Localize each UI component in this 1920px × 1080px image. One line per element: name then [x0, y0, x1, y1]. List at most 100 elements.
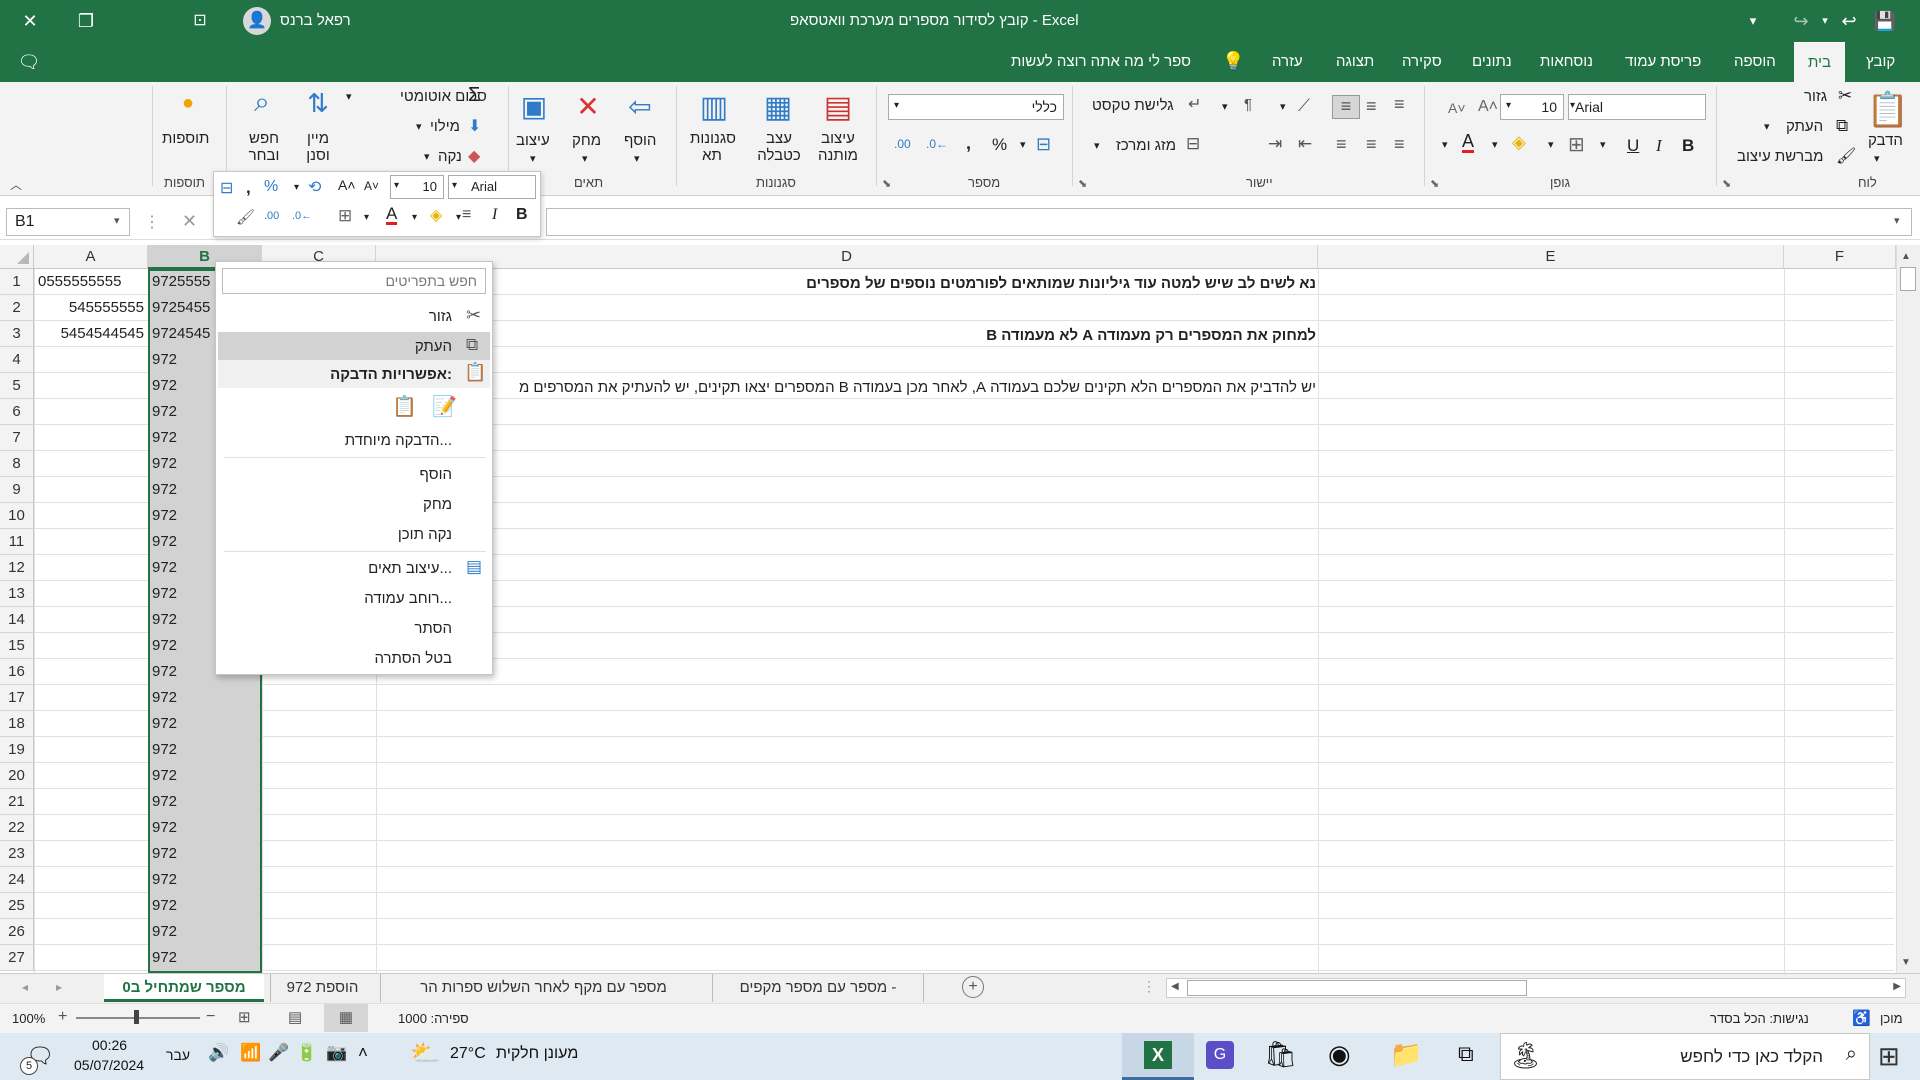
menu-item-copy[interactable]: העתק [415, 338, 452, 355]
underline-button[interactable]: U [1627, 136, 1639, 156]
tab-file[interactable]: קובץ [1866, 42, 1895, 82]
decrease-indent-icon[interactable]: ⇤ [1298, 134, 1312, 154]
increase-font-icon[interactable]: A˄ [1478, 98, 1498, 116]
row-header[interactable]: 6 [0, 399, 34, 425]
sheet-tab[interactable]: הוספת 972 [270, 974, 374, 1002]
row-header[interactable]: 12 [0, 555, 34, 581]
decrease-decimal-icon[interactable]: .0← [926, 137, 948, 151]
align-center-icon[interactable]: ≡ [1366, 134, 1377, 155]
text-direction-dropdown-icon[interactable]: ▾ [1222, 100, 1228, 113]
paste-button[interactable]: הדבק [1868, 132, 1903, 149]
cell-styles-button[interactable]: סגנונות תא [690, 130, 736, 164]
cell-d3[interactable]: למחוק את המספרים רק מעמודה A לא מעמודה B [380, 323, 1316, 349]
delete-dropdown-icon[interactable]: ▾ [582, 152, 588, 165]
cell-a[interactable]: 5454544545 [38, 321, 144, 347]
paste-option-keep-icon[interactable]: 📋 [392, 394, 417, 419]
menu-item-insert[interactable]: הוסף [420, 466, 452, 483]
cell-d5[interactable]: יש להדביק את המספרים הלא תקינים שלכם בעמ… [380, 375, 1316, 401]
cell-b[interactable]: 972 [152, 945, 258, 971]
ribbon-display-icon[interactable]: ⊡ [180, 0, 220, 42]
row-header[interactable]: 14 [0, 607, 34, 633]
comma-style-icon[interactable]: , [966, 133, 971, 154]
menu-item-cut[interactable]: גזור [429, 308, 452, 325]
format-painter-button[interactable]: מברשת עיצוב [1737, 148, 1823, 165]
menu-search-input[interactable]: חפש בתפריטים [222, 268, 486, 294]
tab-data[interactable]: נתונים [1472, 42, 1512, 82]
tab-help[interactable]: עזרה [1272, 42, 1303, 82]
font-color-dropdown-icon[interactable]: ▾ [412, 212, 417, 223]
add-sheet-icon[interactable]: + [962, 976, 984, 998]
zoom-out-icon[interactable]: − [206, 1008, 215, 1026]
chrome-icon[interactable]: ◉ [1328, 1039, 1351, 1070]
tab-splitter-icon[interactable]: ⋮ [1142, 978, 1156, 995]
format-painter-icon[interactable]: 🖌 [236, 208, 255, 226]
cell-b[interactable]: 972 [152, 711, 258, 737]
row-header[interactable]: 11 [0, 529, 34, 555]
fill-button[interactable]: מילוי [430, 118, 460, 135]
font-color-icon[interactable]: A [386, 205, 398, 225]
scroll-right-icon[interactable]: ▶ [1893, 981, 1901, 992]
sort-filter-button[interactable]: מיין וסנן [296, 130, 340, 164]
close-icon[interactable]: ✕ [10, 0, 50, 42]
row-header[interactable]: 15 [0, 633, 34, 659]
mini-font-dropdown-icon[interactable]: ▾ [452, 180, 457, 191]
borders-dropdown-icon[interactable]: ▾ [364, 212, 369, 223]
clock-date[interactable]: 05/07/2024 [74, 1057, 144, 1073]
underline-dropdown-icon[interactable]: ▾ [1600, 138, 1606, 151]
increase-decimal-icon[interactable]: .00 [264, 210, 279, 222]
mini-font-box[interactable]: Arial [448, 175, 536, 199]
format-icon[interactable]: ⟲ [308, 177, 321, 197]
number-format-box[interactable]: כללי [888, 94, 1064, 120]
insert-cells-button[interactable]: הוסף [624, 132, 656, 149]
formula-input[interactable] [546, 208, 1912, 236]
row-header[interactable]: 13 [0, 581, 34, 607]
row-header[interactable]: 4 [0, 347, 34, 373]
normal-view-icon[interactable]: ▦ [324, 1004, 368, 1032]
format-cells-button[interactable]: עיצוב [516, 132, 550, 149]
align-right-icon[interactable]: ≡ [1394, 134, 1405, 155]
merge-dropdown-icon[interactable]: ▾ [1094, 139, 1100, 152]
language-indicator[interactable]: עבר [166, 1047, 190, 1063]
select-all-button[interactable] [0, 245, 34, 269]
accounting-dropdown-icon[interactable]: ▾ [1020, 138, 1026, 151]
customize-qat-icon[interactable]: ▾ [1738, 0, 1768, 42]
row-header[interactable]: 19 [0, 737, 34, 763]
row-header[interactable]: 22 [0, 815, 34, 841]
taskbar-search-box[interactable]: 🏝 הקלד כאן כדי לחפש ⌕ [1500, 1033, 1870, 1080]
more-options-icon[interactable]: ⋮ [144, 212, 160, 232]
bold-button[interactable]: B [1682, 136, 1694, 156]
tab-insert[interactable]: הוספה [1734, 42, 1776, 82]
row-header[interactable]: 9 [0, 477, 34, 503]
page-break-view-icon[interactable]: ⊞ [238, 1008, 251, 1026]
microphone-icon[interactable]: 🎤 [268, 1043, 289, 1063]
dialog-launcher-icon[interactable]: ⬊ [1722, 177, 1731, 190]
scroll-tabs-right-icon[interactable]: ▸ [56, 980, 62, 994]
percent-style-icon[interactable]: % [264, 178, 278, 196]
text-direction-icon[interactable]: ¶ [1244, 96, 1252, 113]
scroll-thumb[interactable] [1900, 267, 1916, 291]
sheet-tab[interactable]: מספר עם מספר מקפים - [712, 974, 924, 1002]
increase-decimal-icon[interactable]: .00 [894, 137, 911, 151]
font-name-box[interactable]: Arial [1568, 94, 1706, 120]
borders-icon[interactable]: ⊞ [1568, 132, 1585, 157]
scroll-down-icon[interactable]: ▼ [1901, 957, 1911, 968]
battery-icon[interactable]: 🔋 [296, 1043, 317, 1063]
decrease-font-icon[interactable]: A˅ [364, 179, 379, 193]
cell-b[interactable]: 972 [152, 737, 258, 763]
row-header[interactable]: 23 [0, 841, 34, 867]
align-bottom-icon[interactable]: ≡ [1332, 95, 1360, 119]
tab-review[interactable]: סקירה [1402, 42, 1442, 82]
menu-item-column-width[interactable]: רוחב עמודה... [364, 590, 452, 607]
row-header[interactable]: 17 [0, 685, 34, 711]
zoom-level[interactable]: 100% [12, 1011, 45, 1026]
decrease-font-icon[interactable]: A˅ [1448, 100, 1466, 116]
expand-formula-icon[interactable]: ▾ [1894, 214, 1900, 227]
row-header[interactable]: 1 [0, 269, 34, 295]
cell-b[interactable]: 972 [152, 841, 258, 867]
camera-icon[interactable]: 📷 [326, 1043, 347, 1063]
format-as-table-button[interactable]: עצב כטבלה [757, 130, 801, 164]
cell-b[interactable]: 972 [152, 815, 258, 841]
cancel-icon[interactable]: ✕ [182, 211, 197, 232]
menu-item-format-cells[interactable]: עיצוב תאים... [368, 560, 452, 577]
autosum-dropdown-icon[interactable]: ▾ [346, 90, 352, 103]
